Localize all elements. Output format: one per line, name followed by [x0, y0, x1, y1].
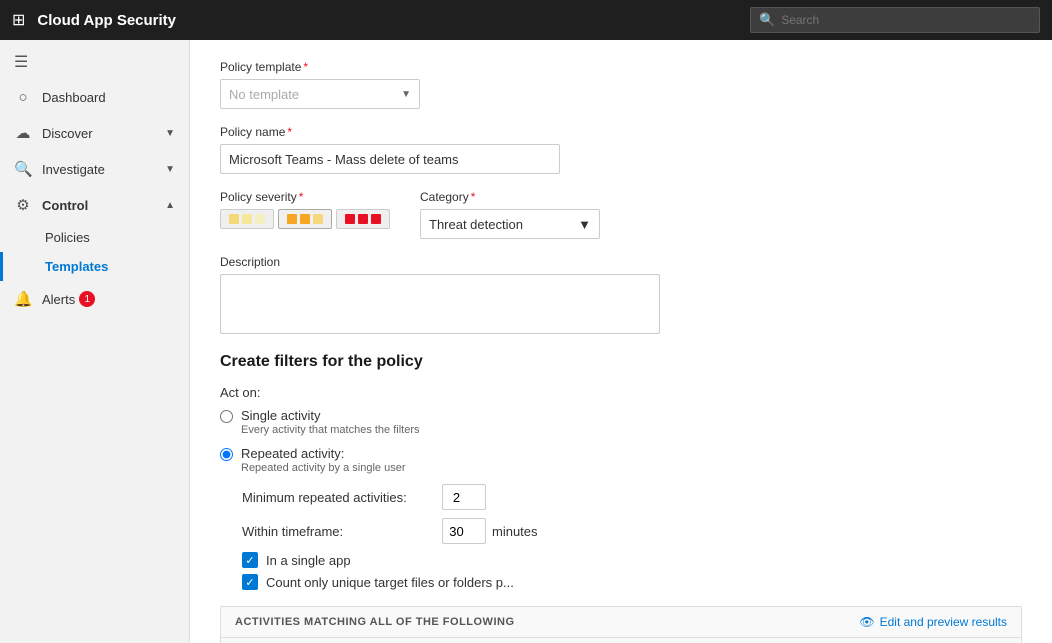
- policy-name-row: Policy name*: [220, 125, 1022, 174]
- within-timeframe-label: Within timeframe:: [242, 524, 442, 539]
- severity-group: Policy severity*: [220, 190, 390, 229]
- repeated-activity-radio[interactable]: [220, 448, 233, 461]
- alerts-icon: 🔔: [14, 290, 32, 308]
- within-timeframe-input[interactable]: [442, 518, 486, 544]
- activities-header-title: ACTIVITIES MATCHING ALL OF THE FOLLOWING: [235, 616, 515, 628]
- control-icon: ⚙: [14, 196, 32, 214]
- chevron-down-icon: ▼: [401, 89, 411, 100]
- topbar: ⊞ Cloud App Security 🔍: [0, 0, 1052, 40]
- single-activity-radio-item: Single activity Every activity that matc…: [220, 408, 1022, 436]
- eye-icon: 👁: [859, 615, 874, 629]
- in-single-app-checkbox[interactable]: [242, 552, 258, 568]
- severity-category-row: Policy severity*: [220, 190, 1022, 239]
- chevron-down-icon: ▼: [578, 217, 591, 232]
- severity-medium-button[interactable]: [278, 209, 332, 229]
- sidebar-item-alerts[interactable]: 🔔 Alerts 1: [0, 281, 189, 317]
- policy-template-label: Policy template*: [220, 60, 1022, 74]
- edit-preview-button[interactable]: 👁 Edit and preview results: [859, 615, 1007, 629]
- sidebar-subitem-label: Templates: [45, 259, 108, 274]
- count-unique-checkbox[interactable]: [242, 574, 258, 590]
- sidebar-subitems: Policies Templates: [0, 223, 189, 281]
- hamburger-icon[interactable]: ☰: [0, 44, 189, 80]
- description-row: Description: [220, 255, 1022, 337]
- sidebar-item-label: Discover: [42, 126, 93, 141]
- sidebar-item-dashboard[interactable]: ○ Dashboard: [0, 80, 189, 115]
- count-unique-label[interactable]: Count only unique target files or folder…: [266, 575, 514, 590]
- investigate-icon: 🔍: [14, 160, 32, 178]
- in-single-app-label[interactable]: In a single app: [266, 553, 351, 568]
- count-unique-row: Count only unique target files or folder…: [242, 574, 1022, 590]
- search-icon: 🔍: [759, 12, 775, 28]
- single-activity-sublabel: Every activity that matches the filters: [241, 424, 420, 436]
- repeated-activity-group: Repeated activity: Repeated activity by …: [220, 446, 1022, 474]
- sidebar-item-investigate[interactable]: 🔍 Investigate ▼: [0, 151, 189, 187]
- sidebar-item-label: Dashboard: [42, 90, 106, 105]
- act-on-label: Act on:: [220, 385, 1022, 400]
- section-title: Create filters for the policy: [220, 353, 1022, 371]
- in-single-app-row: In a single app: [242, 552, 1022, 568]
- policy-template-value: No template: [229, 87, 299, 102]
- category-value: Threat detection: [429, 217, 523, 232]
- activities-section: ACTIVITIES MATCHING ALL OF THE FOLLOWING…: [220, 606, 1022, 643]
- single-activity-radio[interactable]: [220, 410, 233, 423]
- severity-high-button[interactable]: [336, 209, 390, 229]
- dashboard-icon: ○: [14, 89, 32, 106]
- sidebar-item-policies[interactable]: Policies: [0, 223, 189, 252]
- repeated-activity-radio-item: Repeated activity: Repeated activity by …: [220, 446, 1022, 474]
- sidebar-item-discover[interactable]: ☁ Discover ▼: [0, 115, 189, 151]
- sidebar-item-templates[interactable]: Templates: [0, 252, 189, 281]
- description-textarea[interactable]: [220, 274, 660, 334]
- single-activity-group: Single activity Every activity that matc…: [220, 408, 1022, 436]
- description-label: Description: [220, 255, 1022, 269]
- policy-name-input[interactable]: [220, 144, 560, 174]
- sidebar: ☰ ○ Dashboard ☁ Discover ▼ 🔍 Investigate…: [0, 40, 190, 643]
- discover-icon: ☁: [14, 124, 32, 142]
- repeated-activity-label[interactable]: Repeated activity:: [241, 446, 344, 461]
- sidebar-item-label: Investigate: [42, 162, 105, 177]
- repeated-activity-sublabel: Repeated activity by a single user: [241, 462, 405, 474]
- alerts-badge: 1: [79, 291, 95, 307]
- main-content: Policy template* No template ▼ Policy na…: [190, 40, 1052, 643]
- policy-name-label: Policy name*: [220, 125, 1022, 139]
- policy-template-row: Policy template* No template ▼: [220, 60, 1022, 109]
- filter-row-1: ✕ App ▼ equals ▼ Microsoft Teams ▼: [221, 638, 1021, 643]
- severity-low-button[interactable]: [220, 209, 274, 229]
- within-timeframe-row: Within timeframe: minutes: [242, 518, 1022, 544]
- timeframe-suffix: minutes: [492, 524, 538, 539]
- min-repeated-row: Minimum repeated activities:: [242, 484, 1022, 510]
- chevron-down-icon: ▼: [165, 128, 175, 139]
- search-box[interactable]: 🔍: [750, 7, 1040, 33]
- min-repeated-input[interactable]: [442, 484, 486, 510]
- sidebar-item-label: Control: [42, 198, 88, 213]
- category-select[interactable]: Threat detection ▼: [420, 209, 600, 239]
- app-title: Cloud App Security: [37, 12, 750, 29]
- category-group: Category* Threat detection ▼: [420, 190, 600, 239]
- chevron-down-icon: ▼: [165, 164, 175, 175]
- category-label: Category*: [420, 190, 600, 204]
- activities-header: ACTIVITIES MATCHING ALL OF THE FOLLOWING…: [221, 607, 1021, 638]
- grid-icon: ⊞: [12, 10, 25, 30]
- chevron-up-icon: ▲: [165, 200, 175, 211]
- sidebar-subitem-label: Policies: [45, 230, 90, 245]
- search-input[interactable]: [781, 13, 1031, 27]
- single-activity-label[interactable]: Single activity: [241, 408, 320, 423]
- policy-template-select[interactable]: No template ▼: [220, 79, 420, 109]
- min-repeated-label: Minimum repeated activities:: [242, 490, 442, 505]
- sidebar-item-control[interactable]: ⚙ Control ▲: [0, 187, 189, 223]
- severity-buttons: [220, 209, 390, 229]
- severity-label: Policy severity*: [220, 190, 390, 204]
- alerts-label: Alerts: [42, 292, 75, 307]
